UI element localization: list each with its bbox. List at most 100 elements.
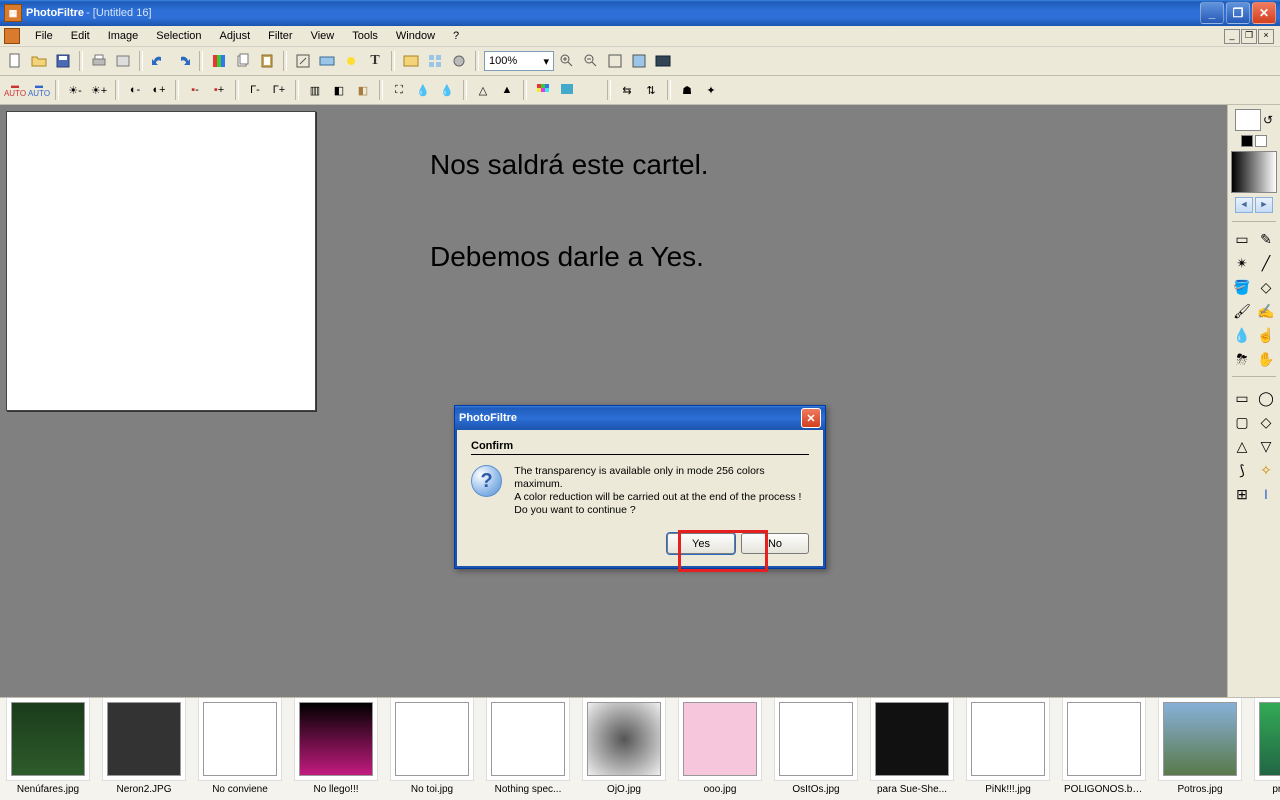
smudge-tool[interactable]: ☝	[1255, 324, 1277, 346]
canvas-icon[interactable]	[316, 50, 338, 72]
explorer-icon[interactable]	[400, 50, 422, 72]
scan-icon[interactable]	[112, 50, 134, 72]
polygon-tool[interactable]: ✧	[1255, 459, 1277, 481]
fullscreen-icon[interactable]	[652, 50, 674, 72]
module-icon[interactable]: ✦	[700, 79, 722, 101]
wand-tool[interactable]: ✴	[1231, 252, 1253, 274]
save-icon[interactable]	[52, 50, 74, 72]
menu-view[interactable]: View	[302, 28, 344, 44]
text-icon[interactable]: T	[364, 50, 386, 72]
paste-icon[interactable]	[256, 50, 278, 72]
thumbnail[interactable]: Neron2.JPG	[104, 702, 184, 795]
thumbnail[interactable]: OjO.jpg	[584, 702, 664, 795]
blur-icon[interactable]: 💧	[412, 79, 434, 101]
menu-filter[interactable]: Filter	[259, 28, 301, 44]
palette-left-icon[interactable]: ◄	[1235, 197, 1253, 213]
thumbnail[interactable]: Nenúfares.jpg	[8, 702, 88, 795]
menu-edit[interactable]: Edit	[62, 28, 99, 44]
new-icon[interactable]	[4, 50, 26, 72]
roundrect-sel-tool[interactable]: ▢	[1231, 411, 1253, 433]
bright-minus-icon[interactable]: ☀-	[64, 79, 86, 101]
gamma-minus-icon[interactable]: Γ-	[244, 79, 266, 101]
contrast-plus-icon[interactable]: ◐+	[148, 79, 170, 101]
thumbnail[interactable]: POLIGONOS.bmp	[1064, 702, 1144, 795]
thumbnail[interactable]: ooo.jpg	[680, 702, 760, 795]
menu-help[interactable]: ?	[444, 28, 468, 44]
brightness-icon[interactable]	[340, 50, 362, 72]
eyedropper-tool[interactable]: ✎	[1255, 228, 1277, 250]
open-icon[interactable]	[28, 50, 50, 72]
text-sel-tool[interactable]: I	[1255, 483, 1277, 505]
sharpen2-icon[interactable]: ▲	[496, 79, 518, 101]
rect-sel-tool[interactable]: ▭	[1231, 387, 1253, 409]
thumbnail[interactable]: OsItOs.jpg	[776, 702, 856, 795]
thumbnail[interactable]: para Sue-She...	[872, 702, 952, 795]
zoom-combo[interactable]: 100%▾	[484, 51, 554, 71]
variations-icon[interactable]	[532, 79, 554, 101]
thumbnail[interactable]: No toi.jpg	[392, 702, 472, 795]
palette-right-icon[interactable]: ►	[1255, 197, 1273, 213]
dialog-close-icon[interactable]: ✕	[801, 408, 821, 428]
yes-button[interactable]: Yes	[667, 533, 735, 554]
canvas-window[interactable]	[6, 111, 316, 411]
thumbnail[interactable]: PiNk!!!.jpg	[968, 702, 1048, 795]
sharpen-icon[interactable]: △	[472, 79, 494, 101]
photomask-icon[interactable]: ☗	[676, 79, 698, 101]
menu-selection[interactable]: Selection	[147, 28, 210, 44]
mdi-close[interactable]: ×	[1258, 29, 1274, 44]
triangle2-sel-tool[interactable]: ▽	[1255, 435, 1277, 457]
thumbnail[interactable]: Potros.jpg	[1160, 702, 1240, 795]
triangle-sel-tool[interactable]: △	[1231, 435, 1253, 457]
resize-icon[interactable]	[292, 50, 314, 72]
bright-plus-icon[interactable]: ☀+	[88, 79, 110, 101]
menu-adjust[interactable]: Adjust	[211, 28, 260, 44]
auto-levels-icon[interactable]: ▬AUTO	[4, 79, 26, 101]
soften-icon[interactable]: 💧	[436, 79, 458, 101]
automate-icon[interactable]	[424, 50, 446, 72]
mdi-restore[interactable]: ❐	[1241, 29, 1257, 44]
thumbnail[interactable]: No llego!!!	[296, 702, 376, 795]
grayscale-icon[interactable]: ◧	[328, 79, 350, 101]
transparent-icon[interactable]	[556, 79, 578, 101]
print-icon[interactable]	[88, 50, 110, 72]
pointer-tool[interactable]: ▭	[1231, 228, 1253, 250]
gradient-icon[interactable]	[580, 79, 602, 101]
dust-icon[interactable]: ⛶	[388, 79, 410, 101]
white-swatch[interactable]	[1255, 135, 1267, 147]
undo-icon[interactable]	[148, 50, 170, 72]
zoom-out-icon[interactable]	[580, 50, 602, 72]
flip-h-icon[interactable]: ⇆	[616, 79, 638, 101]
fg-color-swatch[interactable]	[1235, 109, 1261, 131]
lasso-tool[interactable]: ⟆	[1231, 459, 1253, 481]
move-tool[interactable]: ✋	[1255, 348, 1277, 370]
clone-tool[interactable]: ⛈	[1231, 348, 1253, 370]
gradient-strip[interactable]	[1231, 151, 1277, 193]
redo-icon[interactable]	[172, 50, 194, 72]
histogram-icon[interactable]: ▥	[304, 79, 326, 101]
flip-v-icon[interactable]: ⇅	[640, 79, 662, 101]
blur-tool[interactable]: 💧	[1231, 324, 1253, 346]
thumbnail[interactable]: Nothing spec...	[488, 702, 568, 795]
marquee-tool[interactable]: ⊞	[1231, 483, 1253, 505]
close-button[interactable]: ✕	[1252, 2, 1276, 24]
diamond-sel-tool[interactable]: ◇	[1255, 411, 1277, 433]
sepia-icon[interactable]: ◧	[352, 79, 374, 101]
maximize-button[interactable]: ❐	[1226, 2, 1250, 24]
mdi-minimize[interactable]: _	[1224, 29, 1240, 44]
menu-file[interactable]: File	[26, 28, 62, 44]
auto-contrast-icon[interactable]: ▬AUTO	[28, 79, 50, 101]
copy-icon[interactable]	[232, 50, 254, 72]
zoom-in-icon[interactable]	[556, 50, 578, 72]
gamma-plus-icon[interactable]: Γ+	[268, 79, 290, 101]
contrast-minus-icon[interactable]: ◐-	[124, 79, 146, 101]
menu-image[interactable]: Image	[99, 28, 148, 44]
ellipse-sel-tool[interactable]: ◯	[1255, 387, 1277, 409]
sat-minus-icon[interactable]: ▪-	[184, 79, 206, 101]
sat-plus-icon[interactable]: ▪+	[208, 79, 230, 101]
zoom-100-icon[interactable]	[628, 50, 650, 72]
thumbnail[interactable]: No conviene	[200, 702, 280, 795]
thumbnail[interactable]: pres104[1]	[1256, 702, 1280, 795]
minimize-button[interactable]: _	[1200, 2, 1224, 24]
zoom-fit-icon[interactable]	[604, 50, 626, 72]
black-swatch[interactable]	[1241, 135, 1253, 147]
